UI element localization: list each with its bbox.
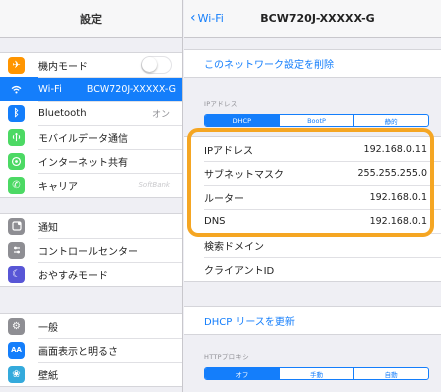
router-value: 192.168.0.1	[369, 191, 427, 203]
sidebar-item-hotspot[interactable]: インターネット共有	[0, 149, 182, 173]
sidebar-item-airplane-mode[interactable]: ✈ 機内モード	[0, 53, 182, 77]
dns-value: 192.168.0.1	[369, 215, 427, 227]
sidebar-item-label: 壁紙	[38, 370, 58, 382]
dns-row[interactable]: DNS 192.168.0.1	[184, 209, 441, 233]
sidebar-item-label: 機内モード	[38, 61, 88, 73]
sidebar-item-label: Bluetooth	[38, 107, 87, 119]
router-row: ルーター 192.168.0.1	[184, 185, 441, 209]
ip-address-value: 192.168.0.11	[363, 143, 427, 155]
subnet-mask-label: サブネットマスク	[204, 169, 284, 181]
renew-lease-button[interactable]: DHCP リースを更新	[184, 307, 441, 334]
forget-network-group: このネットワーク設定を削除	[184, 49, 441, 78]
sidebar-item-label: 一般	[38, 322, 58, 334]
sidebar-item-label: コントロールセンター	[38, 246, 138, 258]
tab-proxy-manual[interactable]: 手動	[278, 368, 354, 379]
sidebar-item-notifications[interactable]: 通知	[0, 214, 182, 238]
sidebar-group-general: ⚙ 一般 AA 画面表示と明るさ ❀ 壁紙	[0, 313, 182, 387]
ip-address-label: IPアドレス	[204, 145, 253, 157]
wallpaper-icon: ❀	[8, 365, 25, 383]
tab-proxy-auto[interactable]: 自動	[353, 368, 428, 379]
sidebar-item-label: キャリア	[38, 181, 78, 193]
bluetooth-icon: ᛒ	[8, 104, 25, 122]
sidebar-item-bluetooth[interactable]: ᛒ Bluetooth オン	[0, 101, 182, 125]
wifi-icon	[8, 80, 25, 98]
proxy-section-label: HTTPプロキシ	[204, 353, 250, 361]
wifi-detail-pane: ‹ Wi-Fi BCW720J-XXXXX-G このネットワーク設定を削除 IP…	[184, 0, 441, 392]
sidebar-item-general[interactable]: ⚙ 一般	[0, 314, 182, 338]
airplane-mode-toggle[interactable]	[141, 56, 172, 74]
ip-section-label: IPアドレス	[204, 100, 238, 108]
sidebar-item-label: Wi-Fi	[38, 83, 62, 95]
sidebar-item-do-not-disturb[interactable]: ☾ おやすみモード	[0, 262, 182, 286]
sidebar-title: 設定	[80, 12, 102, 26]
back-button[interactable]: ‹ Wi-Fi	[190, 11, 224, 25]
sidebar-item-wallpaper[interactable]: ❀ 壁紙	[0, 362, 182, 386]
sidebar-item-label: インターネット共有	[38, 157, 128, 169]
detail-navbar: ‹ Wi-Fi BCW720J-XXXXX-G	[184, 0, 441, 38]
proxy-segmented-control: オフ 手動 自動	[204, 367, 429, 380]
notifications-icon	[8, 217, 25, 235]
brightness-icon: AA	[8, 341, 25, 359]
tab-static[interactable]: 静的	[353, 115, 428, 126]
sidebar-item-wifi[interactable]: Wi-Fi BCW720J-XXXXX-G	[0, 77, 182, 101]
moon-icon: ☾	[8, 265, 25, 283]
router-label: ルーター	[204, 193, 244, 205]
dns-label: DNS	[204, 215, 226, 227]
search-domain-label: 検索ドメイン	[204, 241, 264, 253]
settings-sidebar: 設定 ✈ 機内モード Wi-Fi BCW720J-XXXXX-G ᛒ Bluet…	[0, 0, 183, 392]
forget-network-button[interactable]: このネットワーク設定を削除	[184, 50, 441, 77]
sidebar-group-notifications: 通知 コントロールセンター ☾ おやすみモード	[0, 213, 182, 287]
sidebar-item-display-brightness[interactable]: AA 画面表示と明るさ	[0, 338, 182, 362]
hotspot-icon	[8, 152, 25, 170]
renew-lease-group: DHCP リースを更新	[184, 306, 441, 335]
chevron-left-icon: ‹	[190, 10, 196, 26]
sidebar-item-label: 画面表示と明るさ	[38, 346, 118, 358]
sidebar-item-label: 通知	[38, 222, 58, 234]
client-id-row[interactable]: クライアントID	[184, 257, 441, 281]
phone-icon: ✆	[8, 176, 25, 194]
bluetooth-status: オン	[151, 109, 170, 120]
page-title: BCW720J-XXXXX-G	[260, 12, 375, 25]
ip-details-group: IPアドレス 192.168.0.11 サブネットマスク 255.255.255…	[184, 136, 441, 282]
tab-dhcp[interactable]: DHCP	[205, 115, 279, 126]
cellular-icon	[8, 128, 25, 146]
search-domain-row[interactable]: 検索ドメイン	[184, 233, 441, 257]
subnet-mask-row: サブネットマスク 255.255.255.0	[184, 161, 441, 185]
airplane-icon: ✈	[8, 56, 25, 74]
client-id-label: クライアントID	[204, 265, 275, 277]
subnet-mask-value: 255.255.255.0	[357, 167, 427, 179]
wifi-network-name: BCW720J-XXXXX-G	[86, 83, 176, 95]
sidebar-item-label: おやすみモード	[38, 270, 108, 282]
sidebar-item-label: モバイルデータ通信	[38, 133, 128, 145]
renew-lease-label: DHCP リースを更新	[204, 317, 295, 328]
carrier-name: SoftBank	[138, 181, 170, 189]
sidebar-item-control-center[interactable]: コントロールセンター	[0, 238, 182, 262]
gear-icon: ⚙	[8, 317, 25, 335]
ip-mode-segmented-control: DHCP BootP 静的	[204, 114, 429, 127]
control-center-icon	[8, 241, 25, 259]
tab-bootp[interactable]: BootP	[278, 115, 354, 126]
sidebar-item-carrier[interactable]: ✆ キャリア SoftBank	[0, 173, 182, 197]
back-label: Wi-Fi	[197, 11, 224, 25]
ip-address-row: IPアドレス 192.168.0.11	[184, 137, 441, 161]
tab-proxy-off[interactable]: オフ	[205, 368, 279, 379]
sidebar-item-mobile-data[interactable]: モバイルデータ通信	[0, 125, 182, 149]
sidebar-group-connectivity: ✈ 機内モード Wi-Fi BCW720J-XXXXX-G ᛒ Bluetoot…	[0, 52, 182, 198]
forget-network-label: このネットワーク設定を削除	[204, 60, 334, 71]
sidebar-navbar: 設定	[0, 0, 182, 38]
